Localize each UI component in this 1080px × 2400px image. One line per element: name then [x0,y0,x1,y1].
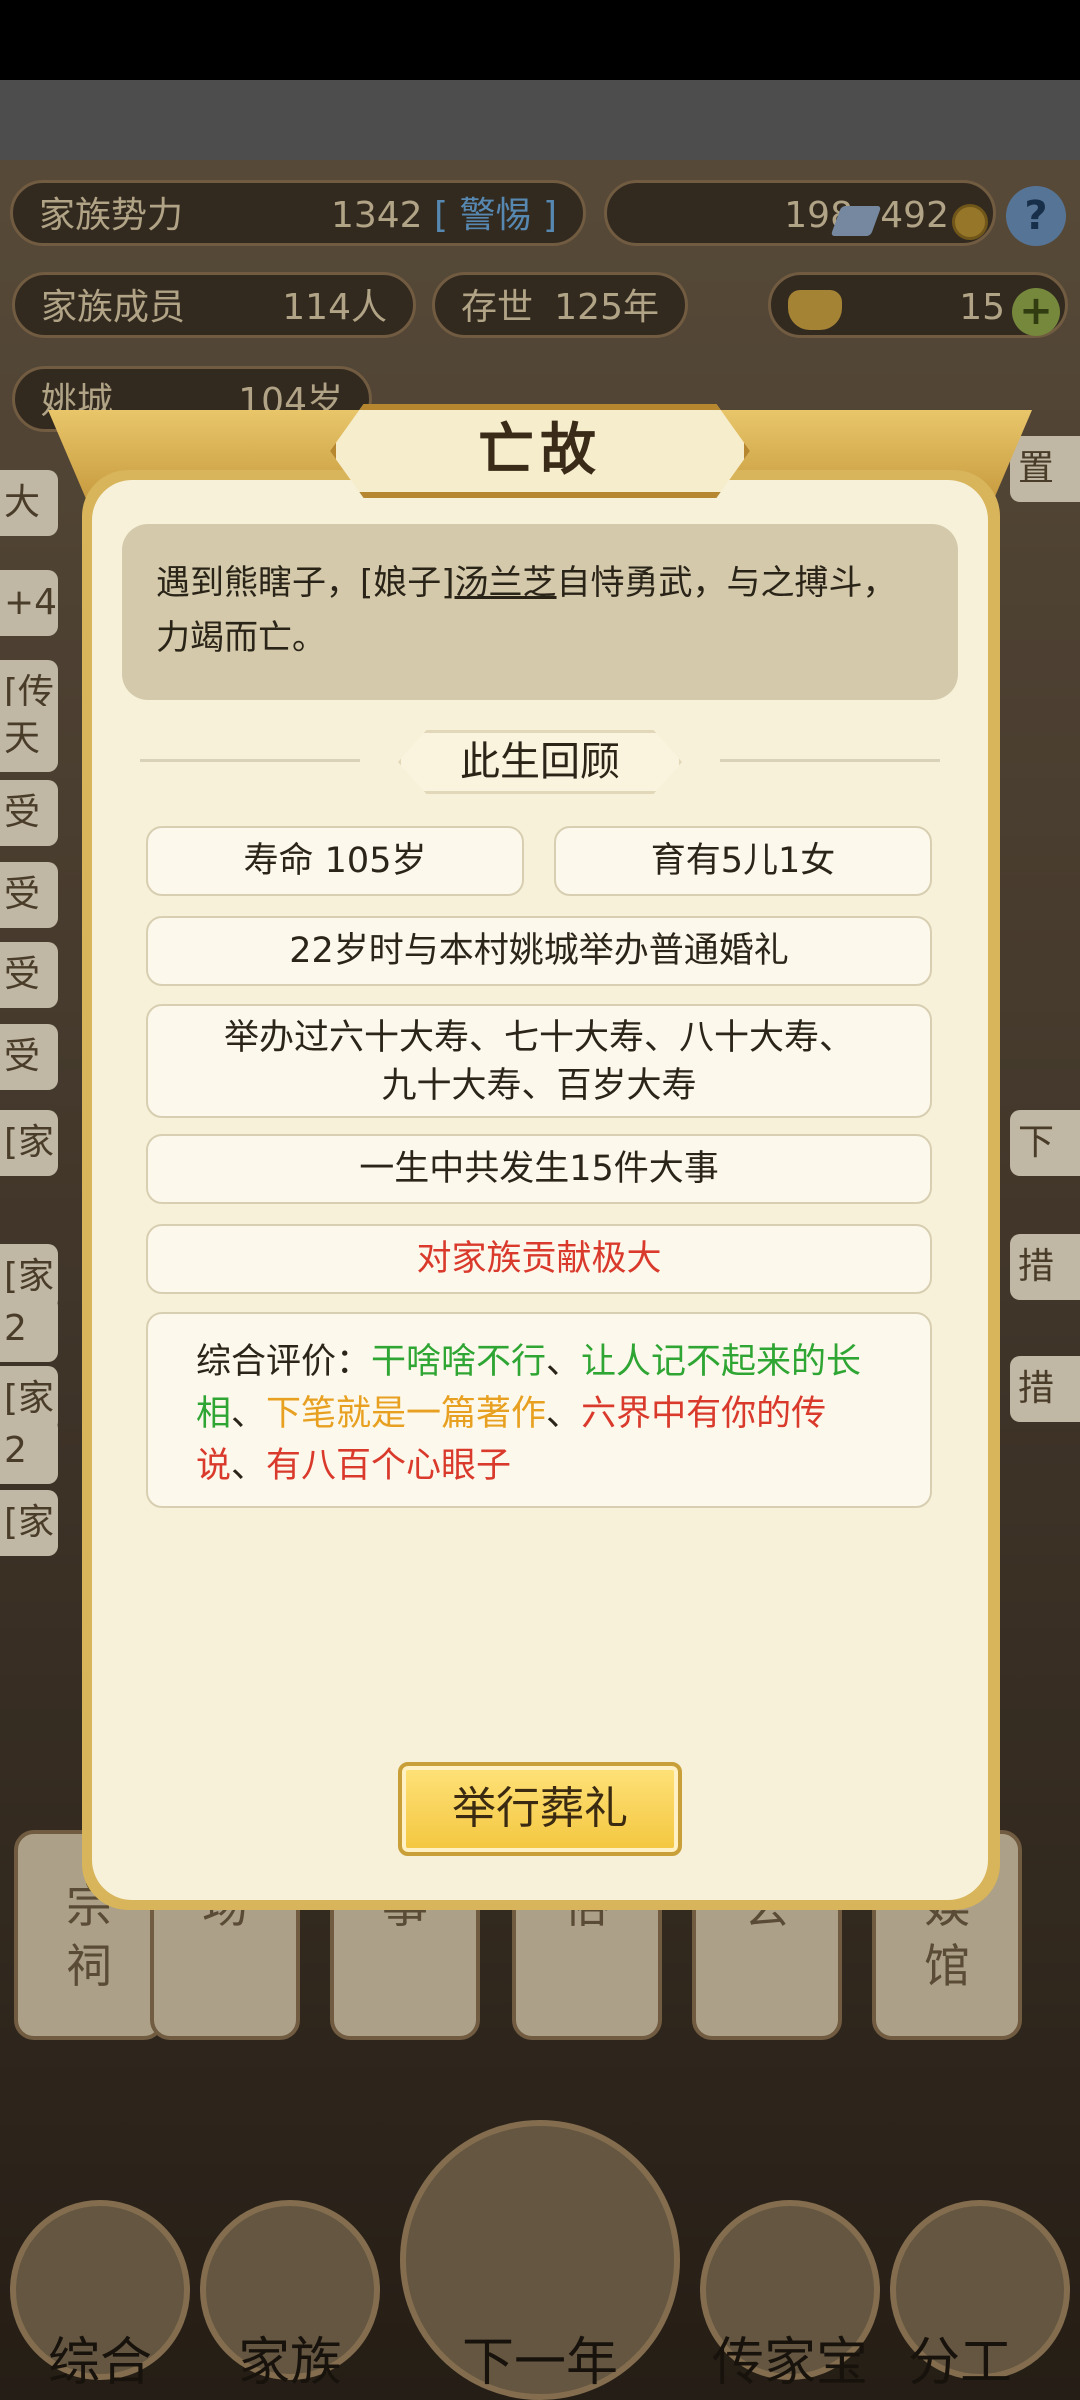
divider-left [140,759,360,762]
divider-right [720,759,940,762]
birthdays-card: 举办过六十大寿、七十大寿、八十大寿、 九十大寿、百岁大寿 [146,1004,932,1118]
evaluation-label: 综合评价： [196,1342,372,1382]
death-cause-text: 遇到熊瞎子，[娘子]汤兰芝自恃勇武，与之搏斗，力竭而亡。 [122,524,958,700]
spouse-name-link[interactable]: 汤兰芝 [455,563,557,603]
trait-tag: 干啥啥不行 [371,1342,547,1382]
contribution-card: 对家族贡献极大 [146,1224,932,1294]
section-title: 此生回顾 [460,739,620,785]
trait-tag: 有八百个心眼子 [266,1446,512,1486]
wedding-card: 22岁时与本村姚城举办普通婚礼 [146,916,932,986]
lifespan-card: 寿命 105岁 [146,826,524,896]
evaluation-card: 综合评价：干啥啥不行、让人记不起来的长相、下笔就是一篇著作、六界中有你的传说、有… [146,1312,932,1508]
life-review-header: 此生回顾 [140,730,940,794]
events-card: 一生中共发生15件大事 [146,1134,932,1204]
children-card: 育有5儿1女 [554,826,932,896]
trait-tag: 下笔就是一篇著作 [266,1394,547,1434]
dialog-title: 亡故 [478,418,602,483]
hold-funeral-button[interactable]: 举行葬礼 [398,1762,682,1856]
